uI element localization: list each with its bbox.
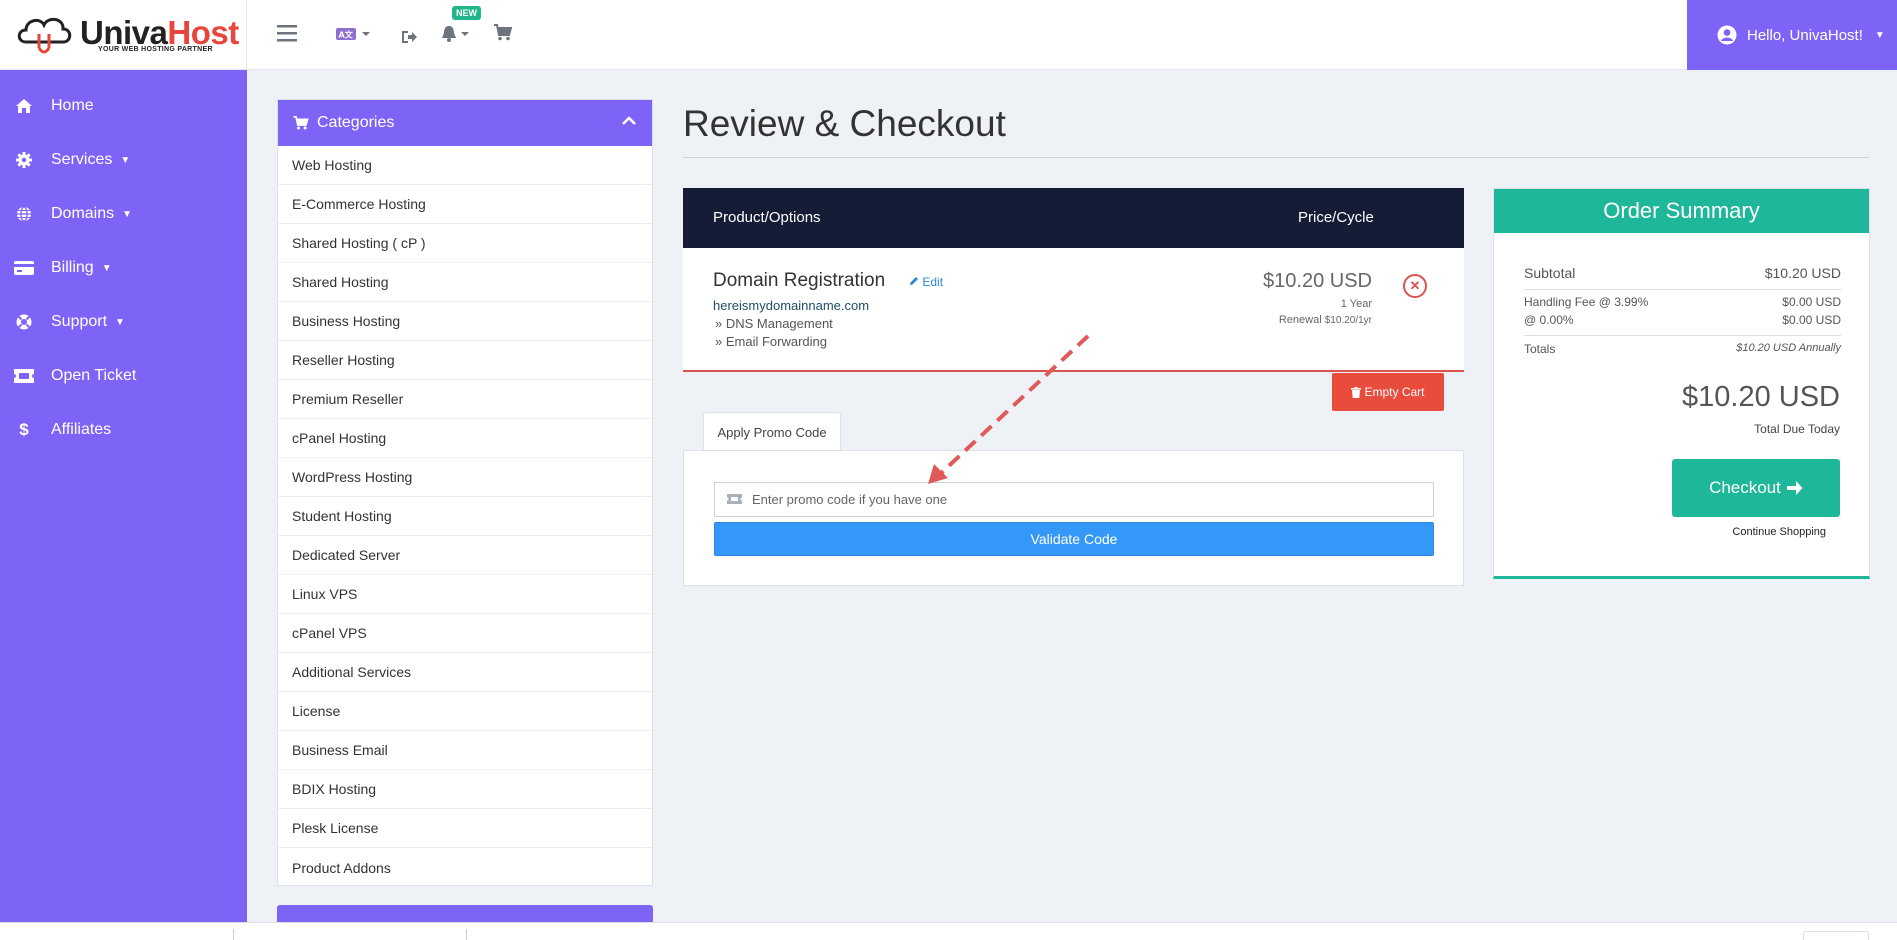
cloud-logo-icon bbox=[17, 17, 72, 54]
home-icon bbox=[12, 98, 36, 114]
category-item[interactable]: Linux VPS bbox=[278, 575, 652, 614]
sidebar-item-services[interactable]: Services ▼ bbox=[0, 140, 247, 180]
order-summary-title: Order Summary bbox=[1494, 189, 1869, 233]
category-item[interactable]: Student Hosting bbox=[278, 497, 652, 536]
sidebar-item-support[interactable]: Support ▼ bbox=[0, 302, 247, 342]
cart-icon bbox=[293, 116, 309, 130]
pencil-icon bbox=[910, 277, 918, 285]
renewal-price: Renewal $10.20/1yr bbox=[1278, 314, 1372, 326]
category-item[interactable]: License bbox=[278, 692, 652, 731]
category-item[interactable]: cPanel VPS bbox=[278, 614, 652, 653]
handling-fee-row: Handling Fee @ 3.99% $0.00 USD bbox=[1524, 295, 1841, 309]
category-item[interactable]: cPanel Hosting bbox=[278, 419, 652, 458]
sidebar-item-domains[interactable]: Domains ▼ bbox=[0, 194, 247, 234]
sidebar-item-affiliates[interactable]: $ Affiliates bbox=[0, 410, 247, 450]
user-greeting: Hello, UnivaHost! bbox=[1747, 26, 1863, 44]
title-divider bbox=[683, 157, 1869, 158]
product-name: Domain Registration bbox=[713, 270, 886, 291]
category-item[interactable]: E-Commerce Hosting bbox=[278, 185, 652, 224]
totals-row: Totals $10.20 USD Annually bbox=[1524, 342, 1841, 356]
category-item[interactable]: Premium Reseller bbox=[278, 380, 652, 419]
edit-link[interactable]: Edit bbox=[909, 275, 943, 289]
dollar-icon: $ bbox=[19, 420, 29, 439]
divider bbox=[466, 929, 467, 940]
hamburger-icon[interactable] bbox=[277, 24, 297, 42]
category-item[interactable]: BDIX Hosting bbox=[278, 770, 652, 809]
empty-cart-button[interactable]: Empty Cart bbox=[1332, 373, 1444, 411]
bottom-strip bbox=[0, 922, 1897, 940]
trash-icon bbox=[1351, 386, 1362, 398]
scroll-button[interactable] bbox=[1803, 931, 1869, 940]
sidebar: Home Services ▼ Domains ▼ Billing ▼ Supp… bbox=[0, 70, 247, 922]
arrow-right-icon bbox=[1786, 481, 1803, 495]
cart-icon[interactable] bbox=[494, 24, 512, 41]
subtotal-row: Subtotal $10.20 USD bbox=[1524, 265, 1841, 281]
product-option: » DNS Management bbox=[715, 316, 833, 331]
chevron-up-icon[interactable] bbox=[622, 116, 636, 126]
user-menu[interactable]: Hello, UnivaHost! ▼ bbox=[1687, 0, 1897, 70]
category-item[interactable]: Shared Hosting ( cP ) bbox=[278, 224, 652, 263]
sidebar-item-open-ticket[interactable]: Open Ticket bbox=[0, 356, 247, 396]
category-item[interactable]: Additional Services bbox=[278, 653, 652, 692]
card-icon bbox=[12, 261, 36, 275]
tab-apply-promo[interactable]: Apply Promo Code bbox=[703, 412, 841, 451]
item-price: $10.20 USD bbox=[1263, 270, 1372, 292]
continue-shopping-link[interactable]: Continue Shopping bbox=[1732, 526, 1826, 538]
ticket-icon bbox=[12, 369, 36, 383]
category-item[interactable]: Web Hosting bbox=[278, 146, 652, 185]
page-title: Review & Checkout bbox=[683, 103, 1006, 144]
category-item[interactable]: Product Addons bbox=[278, 848, 652, 887]
category-item[interactable]: WordPress Hosting bbox=[278, 458, 652, 497]
column-header-product: Product/Options bbox=[713, 209, 821, 226]
category-item[interactable]: Dedicated Server bbox=[278, 536, 652, 575]
chevron-down-icon: ▼ bbox=[101, 262, 112, 274]
total-due-amount: $10.20 USD bbox=[1682, 381, 1840, 413]
brand-tagline: YOUR WEB HOSTING PARTNER bbox=[98, 46, 213, 53]
order-summary: Order Summary Subtotal $10.20 USD Handlin… bbox=[1493, 188, 1870, 579]
gear-icon bbox=[12, 152, 36, 168]
product-domain: hereismydomainname.com bbox=[713, 298, 870, 313]
sidebar-item-home[interactable]: Home bbox=[0, 86, 247, 126]
cart-table-header: Product/Options Price/Cycle bbox=[683, 188, 1464, 248]
product-option: » Email Forwarding bbox=[715, 334, 827, 349]
annotation-arrow-icon bbox=[928, 334, 1090, 484]
bell-icon[interactable] bbox=[441, 25, 471, 43]
logout-icon[interactable] bbox=[400, 29, 418, 45]
categories-header[interactable]: Categories bbox=[278, 100, 652, 146]
column-header-price: Price/Cycle bbox=[1298, 209, 1374, 226]
category-item[interactable]: Reseller Hosting bbox=[278, 341, 652, 380]
svg-text:A文: A文 bbox=[339, 30, 354, 40]
categories-panel: Categories Web Hosting E-Commerce Hostin… bbox=[277, 99, 653, 886]
sidebar-item-billing[interactable]: Billing ▼ bbox=[0, 248, 247, 288]
category-item[interactable]: Business Email bbox=[278, 731, 652, 770]
category-item[interactable]: Shared Hosting bbox=[278, 263, 652, 302]
user-circle-icon bbox=[1717, 25, 1737, 45]
checkout-button[interactable]: Checkout bbox=[1672, 459, 1840, 517]
divider bbox=[233, 929, 234, 940]
globe-icon bbox=[12, 206, 36, 222]
chevron-down-icon: ▼ bbox=[1874, 29, 1885, 41]
language-icon[interactable]: A文 bbox=[336, 28, 372, 40]
validate-code-button[interactable]: Validate Code bbox=[714, 522, 1434, 556]
remove-item-icon[interactable]: ✕ bbox=[1403, 274, 1427, 298]
ticket-icon bbox=[727, 494, 742, 504]
top-bar: UnivaHost YOUR WEB HOSTING PARTNER A文 NE… bbox=[0, 0, 1897, 70]
divider bbox=[1524, 289, 1841, 290]
lifebuoy-icon bbox=[12, 314, 36, 330]
billing-cycle: 1 Year bbox=[1340, 298, 1372, 310]
chevron-down-icon: ▼ bbox=[115, 316, 125, 328]
total-due-label: Total Due Today bbox=[1754, 422, 1840, 436]
chevron-down-icon: ▼ bbox=[122, 208, 133, 220]
logo[interactable]: UnivaHost YOUR WEB HOSTING PARTNER bbox=[0, 0, 247, 70]
category-item[interactable]: Business Hosting bbox=[278, 302, 652, 341]
new-badge: NEW bbox=[452, 6, 481, 20]
category-item[interactable]: Plesk License bbox=[278, 809, 652, 848]
chevron-down-icon: ▼ bbox=[120, 154, 131, 166]
categories-title: Categories bbox=[317, 114, 395, 131]
divider bbox=[1524, 335, 1841, 336]
tax-row: @ 0.00% $0.00 USD bbox=[1524, 313, 1841, 327]
